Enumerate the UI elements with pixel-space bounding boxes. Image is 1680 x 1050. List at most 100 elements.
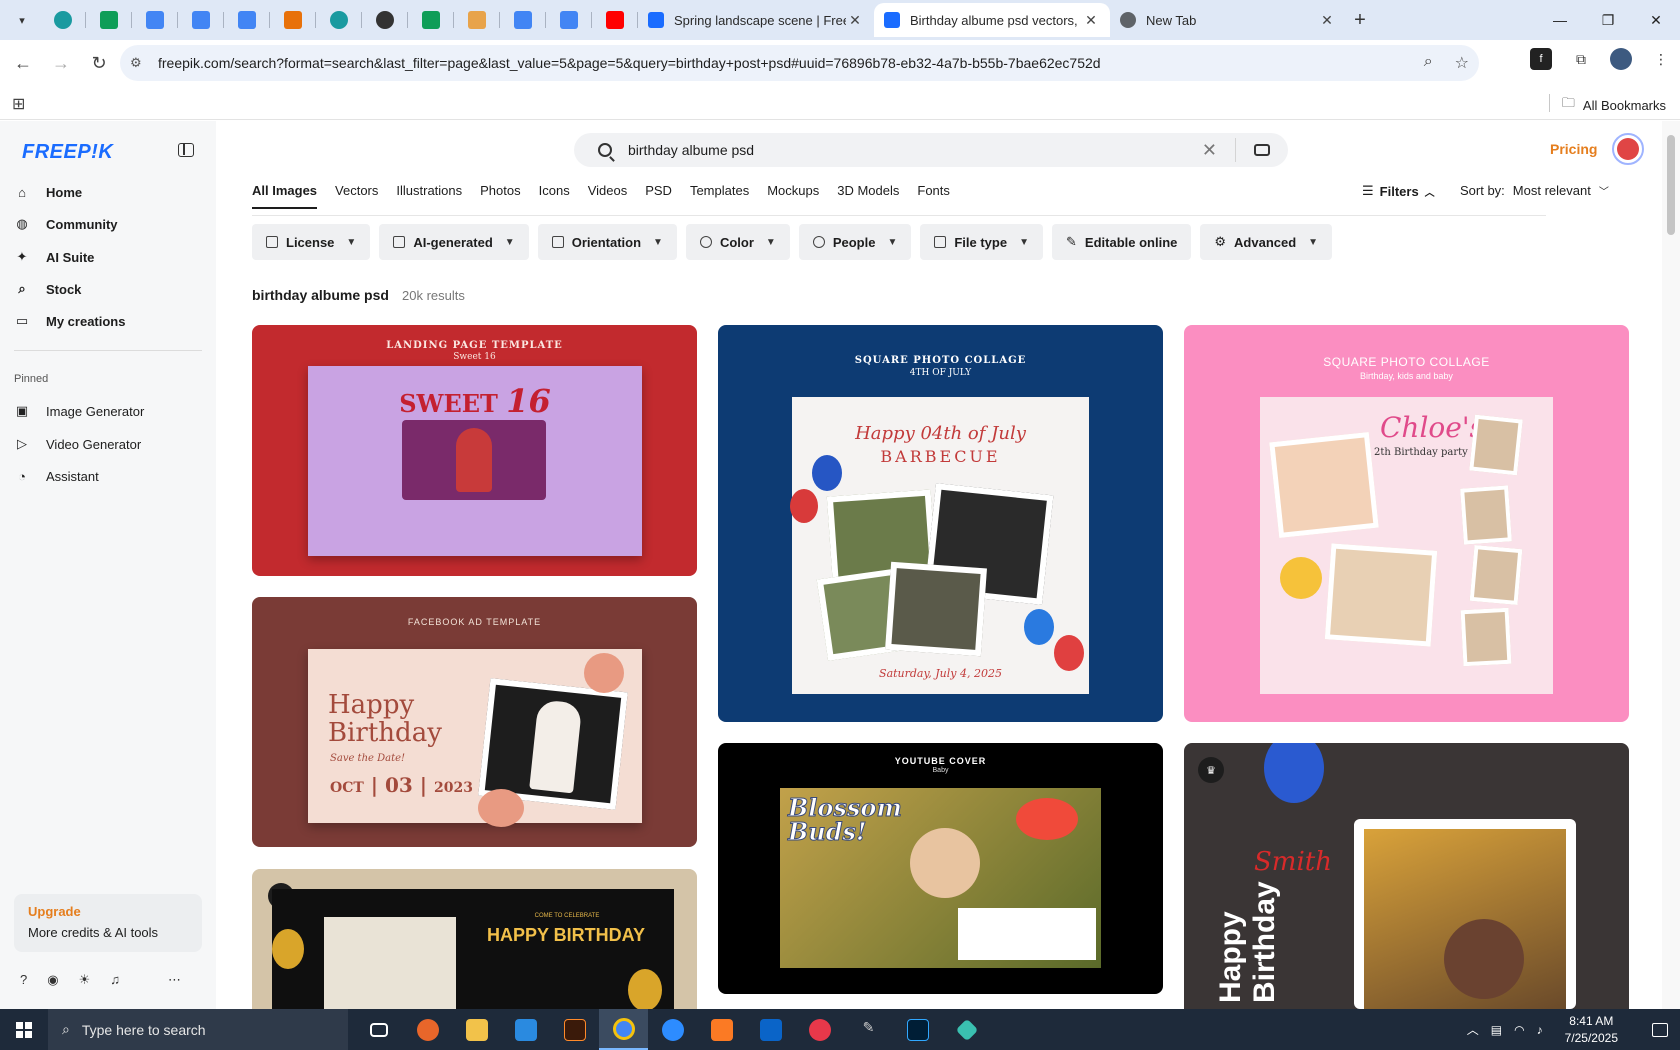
pinned-tab[interactable] <box>178 0 224 40</box>
chrome-menu-icon[interactable]: ⋮ <box>1650 48 1672 70</box>
chip-color[interactable]: Color ▼ <box>685 224 790 260</box>
theme-icon[interactable]: ☀ <box>79 972 91 988</box>
firefox-icon[interactable] <box>403 1009 452 1050</box>
page-scrollbar[interactable] <box>1662 121 1680 1009</box>
result-card[interactable]: ♛ COME TO CELEBRATE HAPPY BIRTHDAY <box>252 869 697 1009</box>
camera-icon[interactable] <box>1254 144 1270 156</box>
chip-license[interactable]: License ▼ <box>252 224 371 260</box>
pinned-tab[interactable] <box>86 0 132 40</box>
xampp-icon[interactable] <box>697 1009 746 1050</box>
taskbar-search[interactable]: ⌕ Type here to search <box>48 1009 348 1050</box>
outlook-icon[interactable] <box>746 1009 795 1050</box>
search-input[interactable]: birthday albume psd <box>628 142 1202 158</box>
sidebar-item-image-generator[interactable]: ▣ Image Generator <box>14 396 204 426</box>
forward-button[interactable]: → <box>42 44 80 82</box>
tab-search-button[interactable]: ▾ <box>10 8 34 32</box>
sidebar-item-home[interactable]: ⌂ Home <box>14 177 204 207</box>
chip-file-type[interactable]: File type ▼ <box>920 224 1043 260</box>
result-card[interactable]: SQUARE PHOTO COLLAGE Birthday, kids and … <box>1184 325 1629 722</box>
freepik-logo[interactable]: FREEP!K <box>22 141 113 164</box>
tab-spring-landscape[interactable]: Spring landscape scene | Free V ✕ <box>638 3 874 37</box>
result-card[interactable]: LANDING PAGE TEMPLATE Sweet 16 SWEET 16 <box>252 325 697 576</box>
close-icon[interactable]: ✕ <box>1082 12 1100 29</box>
app-icon[interactable] <box>942 1009 991 1050</box>
file-explorer-icon[interactable] <box>452 1009 501 1050</box>
start-button[interactable] <box>0 1009 48 1050</box>
sidebar-item-stock[interactable]: ⌕ Stock <box>14 274 204 304</box>
pinned-tab[interactable] <box>224 0 270 40</box>
photoshop-icon[interactable] <box>893 1009 942 1050</box>
chip-orientation[interactable]: Orientation ▼ <box>537 224 677 260</box>
close-icon[interactable]: ✕ <box>846 12 864 29</box>
user-avatar[interactable] <box>1612 133 1644 165</box>
result-card[interactable]: SQUARE PHOTO COLLAGE 4TH OF JULY Happy 0… <box>718 325 1163 722</box>
notifications-icon[interactable]: ♫ <box>110 972 120 988</box>
pinned-tab[interactable] <box>132 0 178 40</box>
network-icon[interactable]: ▤ <box>1491 1023 1502 1037</box>
filters-toggle[interactable]: ☰ Filters ︿ <box>1362 183 1435 199</box>
tab-templates[interactable]: Templates <box>690 183 749 209</box>
chevron-up-icon[interactable]: ︿ <box>1467 1021 1479 1038</box>
site-settings-icon[interactable]: ⚙ <box>130 55 154 71</box>
result-card[interactable]: ♛ Happy Birthday Smith <box>1184 743 1629 1009</box>
close-icon[interactable]: ✕ <box>1318 12 1336 29</box>
tab-vectors[interactable]: Vectors <box>335 183 378 209</box>
clear-search-icon[interactable]: ✕ <box>1202 140 1217 161</box>
url-text[interactable]: freepik.com/search?format=search&last_fi… <box>158 55 1101 71</box>
upgrade-card[interactable]: Upgrade More credits & AI tools <box>14 894 202 952</box>
sidebar-item-ai-suite[interactable]: ✦ AI Suite <box>14 242 204 272</box>
sidebar-item-assistant[interactable]: ◔ Assistant <box>14 461 204 491</box>
tab-fonts[interactable]: Fonts <box>917 183 950 209</box>
notification-center-icon[interactable] <box>1640 1009 1680 1050</box>
pinned-tab[interactable] <box>408 0 454 40</box>
pinned-tab[interactable] <box>500 0 546 40</box>
search-bar[interactable]: birthday albume psd ✕ <box>574 133 1288 167</box>
result-card[interactable]: YOUTUBE COVER Baby Blossom Buds! <box>718 743 1163 994</box>
sort-control[interactable]: Sort by: Most relevant ﹀ <box>1460 183 1609 198</box>
chip-ai-generated[interactable]: AI-generated ▼ <box>379 224 529 260</box>
all-bookmarks-button[interactable]: 🗀 All Bookmarks <box>1562 94 1666 116</box>
more-icon[interactable]: ⋯ <box>168 972 181 988</box>
volume-icon[interactable]: ♪ <box>1537 1023 1543 1037</box>
illustrator-icon[interactable] <box>550 1009 599 1050</box>
zoom-icon[interactable] <box>648 1009 697 1050</box>
tab-videos[interactable]: Videos <box>588 183 628 209</box>
sidebar-item-my-creations[interactable]: ▭ My creations <box>14 306 204 336</box>
task-view-button[interactable] <box>354 1009 403 1050</box>
tab-birthday-albume[interactable]: Birthday albume psd vectors, pl ✕ <box>874 3 1110 37</box>
zoom-icon[interactable]: ⌕ <box>1424 53 1433 73</box>
reload-button[interactable]: ↻ <box>80 44 118 82</box>
help-icon[interactable]: ? <box>20 972 27 988</box>
back-button[interactable]: ← <box>4 44 42 82</box>
tab-new-tab[interactable]: New Tab ✕ <box>1110 3 1346 37</box>
clock[interactable]: 8:41 AM 7/25/2025 <box>1565 1013 1618 1047</box>
profile-avatar[interactable] <box>1610 48 1632 70</box>
bookmark-star-icon[interactable]: ☆ <box>1455 53 1469 73</box>
restore-button[interactable]: ❐ <box>1584 0 1632 40</box>
tab-illustrations[interactable]: Illustrations <box>396 183 462 209</box>
pen-tool-icon[interactable]: ✎ <box>844 1009 893 1050</box>
pinned-tab[interactable] <box>454 0 500 40</box>
address-bar[interactable]: ⚙ freepik.com/search?format=search&last_… <box>120 45 1479 81</box>
chip-advanced[interactable]: ⚙ Advanced ▼ <box>1200 224 1333 260</box>
pinned-tab[interactable] <box>270 0 316 40</box>
tab-mockups[interactable]: Mockups <box>767 183 819 209</box>
wifi-icon[interactable]: ◠ <box>1514 1023 1524 1037</box>
extensions-puzzle-icon[interactable]: ⧉ <box>1570 48 1592 70</box>
minimize-button[interactable]: — <box>1536 0 1584 40</box>
chip-people[interactable]: People ▼ <box>798 224 912 260</box>
sort-value[interactable]: Most relevant <box>1513 183 1591 198</box>
pinned-tab[interactable] <box>316 0 362 40</box>
discord-icon[interactable]: ◉ <box>47 972 58 988</box>
sidebar-item-video-generator[interactable]: ▷ Video Generator <box>14 429 204 459</box>
apps-grid-icon[interactable]: ⊞ <box>12 94 25 114</box>
pinned-tab[interactable] <box>592 0 638 40</box>
scrollbar-thumb[interactable] <box>1667 135 1675 235</box>
pricing-link[interactable]: Pricing <box>1550 141 1597 157</box>
pinned-tab[interactable] <box>546 0 592 40</box>
chip-editable-online[interactable]: ✎ Editable online <box>1052 224 1192 260</box>
pinned-tab[interactable] <box>362 0 408 40</box>
vscode-icon[interactable] <box>501 1009 550 1050</box>
result-card[interactable]: FACEBOOK AD TEMPLATE Happy Birthday Save … <box>252 597 697 847</box>
close-window-button[interactable]: ✕ <box>1632 0 1680 40</box>
